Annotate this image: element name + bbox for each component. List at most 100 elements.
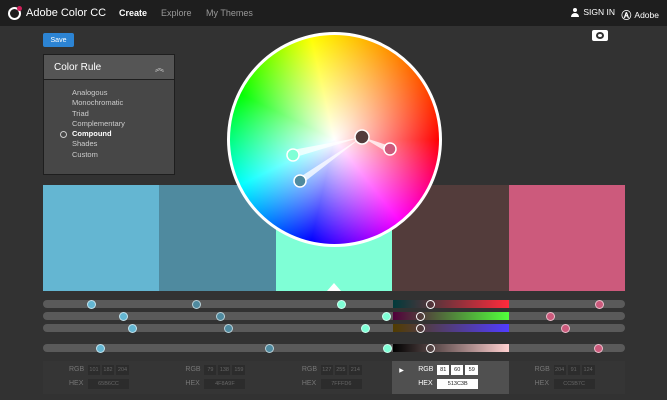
rgb-r-input[interactable]: 81 [437,365,450,375]
slider-knob[interactable] [336,299,346,309]
logo[interactable]: Adobe Color CC [8,5,107,20]
slider-knob[interactable] [360,323,370,333]
hex-label: HEX [185,380,200,387]
slider-knob[interactable] [381,311,391,321]
hex-input[interactable]: 4F8A9F [204,379,246,389]
rgb-g-input[interactable]: 138 [218,365,231,375]
slider-knob[interactable] [215,311,225,321]
slider-knob[interactable] [594,299,604,309]
rgb-g-input[interactable]: 255 [334,365,347,375]
color-value-2: RGB 79 138 159 HEX 4F8A9F [159,361,276,394]
app-window: Adobe Color CC Create Explore My Themes … [0,0,667,400]
rule-option-compound[interactable]: Compound [60,129,174,139]
swatch-1[interactable] [43,185,160,291]
slider-green[interactable] [43,311,625,321]
sign-in-link[interactable]: SIGN IN [571,7,615,17]
color-rule-panel: Color Rule ︽ Analogous Monochromatic Tri… [43,54,175,175]
adobe-color-logo-icon [8,5,22,20]
rgb-label: RGB [69,366,85,373]
color-values-row: RGB 101 182 204 HEX 65B6CC RGB 79 138 15… [43,361,626,394]
slider-red[interactable] [43,299,625,309]
slider-knob[interactable] [593,343,603,353]
slider-knob[interactable] [560,323,570,333]
slider-knob[interactable] [415,323,425,333]
wheel-handle-4[interactable] [354,129,370,145]
rule-option-custom[interactable]: Custom [72,150,174,160]
app-title: Adobe Color CC [26,7,107,19]
slider-knob[interactable] [191,299,201,309]
slider-knob[interactable] [425,343,435,353]
hex-label: HEX [69,380,84,387]
sign-in-label: SIGN IN [583,7,615,17]
slider-knob[interactable] [95,343,105,353]
save-button[interactable]: Save [43,33,74,47]
nav-explore[interactable]: Explore [161,8,192,18]
slider-knob[interactable] [425,299,435,309]
rgb-r-input[interactable]: 127 [320,365,333,375]
wheel-handle-3[interactable] [286,148,300,162]
rgb-r-input[interactable]: 204 [553,365,566,375]
rgb-b-input[interactable]: 59 [465,365,479,375]
top-bar: Adobe Color CC Create Explore My Themes … [0,0,667,26]
rule-option-monochromatic[interactable]: Monochromatic [72,98,174,108]
nav-my-themes[interactable]: My Themes [206,8,253,18]
rgb-g-input[interactable]: 182 [102,365,114,375]
nav-create[interactable]: Create [119,8,147,18]
hex-input[interactable]: CC5B7C [553,379,595,389]
slider-knob[interactable] [415,311,425,321]
rgb-b-input[interactable]: 159 [232,365,246,375]
rgb-label: RGB [301,366,317,373]
adobe-link[interactable]: Ⓐ Adobe [621,7,659,23]
adobe-label: Adobe [634,9,659,20]
rgb-g-input[interactable]: 60 [451,365,464,375]
slider-knob[interactable] [118,311,128,321]
color-wheel-handles [286,129,397,188]
hex-input[interactable]: 513C3B [437,379,479,389]
slider-green-gradient [393,312,509,320]
rgb-b-input[interactable]: 204 [116,365,129,375]
rule-option-triad[interactable]: Triad [72,109,174,119]
color-rule-list: Analogous Monochromatic Triad Complement… [44,80,174,160]
hex-label: HEX [301,380,317,387]
rgb-g-input[interactable]: 91 [567,365,580,375]
wheel-handle-2[interactable] [293,174,307,188]
rgb-r-input[interactable]: 101 [88,365,100,375]
rgb-label: RGB [418,366,434,373]
slider-knob[interactable] [545,311,555,321]
hex-input[interactable]: 65B6CC [88,379,129,389]
slider-knob[interactable] [127,323,137,333]
slider-brightness-gradient [393,344,509,352]
color-rule-title: Color Rule [54,61,102,73]
slider-knob[interactable] [382,343,392,353]
slider-knob[interactable] [86,299,96,309]
rgb-b-input[interactable]: 214 [348,365,362,375]
color-value-4: ▶ RGB 81 60 59 HEX 513C3B [392,361,509,394]
rule-option-shades[interactable]: Shades [72,139,174,149]
rgb-r-input[interactable]: 79 [204,365,217,375]
color-rule-header[interactable]: Color Rule ︽ [44,55,174,80]
chevron-up-icon[interactable]: ︽ [155,61,164,74]
hex-label: HEX [418,380,433,387]
user-icon [571,7,580,17]
wheel-handle-5[interactable] [383,142,397,156]
slider-knob[interactable] [223,323,233,333]
rgb-label: RGB [534,366,550,373]
color-value-3: RGB 127 255 214 HEX 7FFFD6 [275,361,393,394]
color-value-5: RGB 204 91 124 HEX CC5B7C [508,361,626,394]
adobe-icon: Ⓐ [621,11,632,22]
rgb-label: RGB [185,366,201,373]
rule-option-analogous[interactable]: Analogous [72,88,174,98]
color-value-1: RGB 101 182 204 HEX 65B6CC [43,361,160,394]
caret-right-icon: ▶ [399,368,404,374]
swatch-5[interactable] [508,185,626,291]
slider-knob[interactable] [264,343,274,353]
hex-input[interactable]: 7FFFD6 [320,379,362,389]
slider-blue-gradient [393,324,509,332]
camera-icon[interactable] [592,30,608,41]
rule-option-complementary[interactable]: Complementary [72,119,174,129]
rgb-b-input[interactable]: 124 [581,365,595,375]
hex-label: HEX [534,380,550,387]
slider-blue[interactable] [43,323,625,333]
slider-red-gradient [393,300,509,308]
slider-brightness[interactable] [43,343,625,353]
